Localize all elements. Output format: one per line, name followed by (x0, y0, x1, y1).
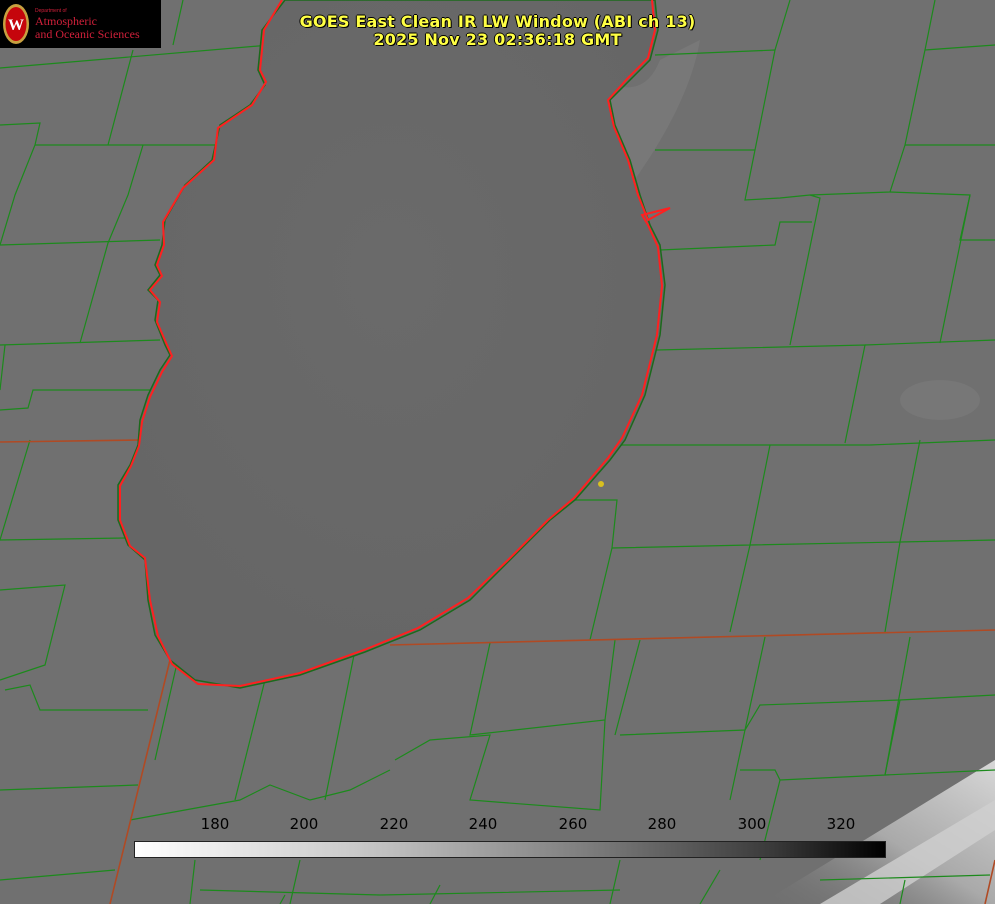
image-timestamp: 2025 Nov 23 02:36:18 GMT (373, 30, 622, 49)
colorbar-tick-label: 300 (737, 815, 767, 833)
colorbar-tick-label: 240 (468, 815, 498, 833)
colorbar-tick-label: 280 (647, 815, 677, 833)
colorbar-tick-label: 200 (289, 815, 319, 833)
cloud-patch (900, 380, 980, 420)
colorbar-tick-label: 180 (200, 815, 230, 833)
map-layer (0, 0, 995, 904)
satellite-image: W Department of Atmospheric and Oceanic … (0, 0, 995, 904)
colorbar-tick-label: 260 (558, 815, 588, 833)
image-title: GOES East Clean IR LW Window (ABI ch 13) (299, 12, 696, 31)
colorbar-tick-label: 220 (379, 815, 409, 833)
colorbar-tick-label: 320 (826, 815, 856, 833)
temperature-colorbar (134, 841, 886, 858)
station-marker (598, 481, 604, 487)
